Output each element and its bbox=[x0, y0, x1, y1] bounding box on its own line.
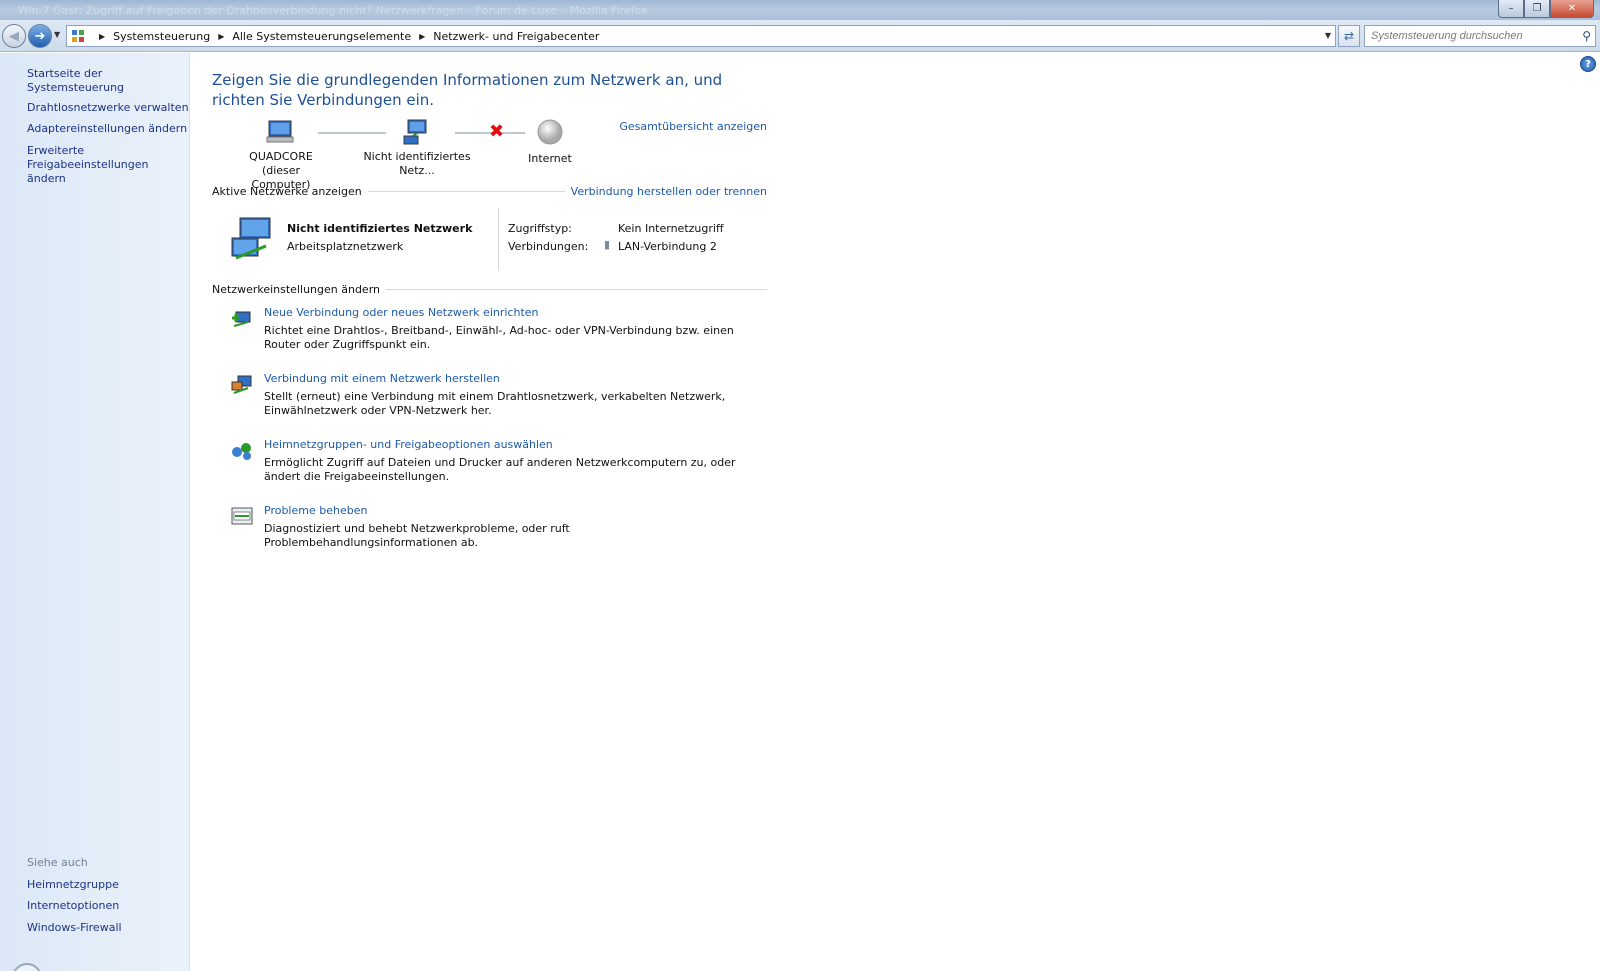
start-orb[interactable] bbox=[12, 963, 42, 971]
map-node-label: Nicht identifiziertes Netz... bbox=[363, 150, 471, 177]
breadcrumb-item[interactable]: Netzwerk- und Freigabecenter bbox=[433, 30, 599, 43]
map-node-label: Internet bbox=[528, 152, 572, 165]
history-dropdown-icon[interactable]: ▼ bbox=[54, 30, 60, 39]
sidebar-item-homegroup[interactable]: Heimnetzgruppe bbox=[27, 878, 119, 892]
task-description: Ermöglicht Zugriff auf Dateien und Druck… bbox=[264, 456, 736, 483]
see-also-heading: Siehe auch bbox=[27, 856, 88, 869]
refresh-icon: ⇄ bbox=[1343, 29, 1355, 43]
breadcrumb[interactable]: ▶ Systemsteuerung ▶ Alle Systemsteuerung… bbox=[66, 25, 1336, 47]
address-bar: ◀ ➜ ▼ ▶ Systemsteuerung ▶ Alle Systemste… bbox=[0, 20, 1600, 52]
title-bar: Win-7 Gast: Zugriff auf Freigaben der Dr… bbox=[0, 0, 1600, 20]
map-node-label: QUADCORE bbox=[249, 150, 313, 163]
help-button[interactable]: ? bbox=[1580, 56, 1596, 72]
access-type-label: Zugriffstyp: bbox=[508, 222, 572, 235]
access-type-value: Kein Internetzugriff bbox=[618, 222, 724, 235]
work-network-icon bbox=[231, 217, 271, 260]
breadcrumb-item[interactable]: Alle Systemsteuerungselemente bbox=[232, 30, 411, 43]
task-description: Diagnostiziert und behebt Netzwerkproble… bbox=[264, 522, 570, 549]
computer-icon bbox=[266, 120, 294, 143]
back-arrow-icon: ◀ bbox=[9, 28, 19, 44]
network-settings-header: Netzwerkeinstellungen ändern bbox=[212, 283, 767, 296]
map-node-computer[interactable]: QUADCORE (dieser Computer) bbox=[236, 118, 326, 192]
chevron-right-icon[interactable]: ▶ bbox=[99, 32, 105, 41]
task-title-link[interactable]: Probleme beheben bbox=[264, 504, 367, 517]
network-icon bbox=[403, 119, 427, 145]
chevron-right-icon[interactable]: ▶ bbox=[218, 32, 224, 41]
main-content: Zeigen Sie die grundlegenden Information… bbox=[212, 70, 767, 549]
map-node-internet[interactable]: Internet bbox=[520, 118, 580, 166]
section-title: Netzwerkeinstellungen ändern bbox=[212, 283, 380, 296]
sidebar-item-home[interactable]: Startseite der Systemsteuerung bbox=[27, 67, 189, 95]
forward-arrow-icon: ➜ bbox=[34, 28, 46, 44]
section-title: Aktive Netzwerke anzeigen bbox=[212, 185, 362, 198]
search-box[interactable]: ⚲ bbox=[1364, 25, 1596, 47]
minimize-button[interactable]: – bbox=[1498, 0, 1524, 18]
map-node-network[interactable]: Nicht identifiziertes Netz... bbox=[352, 118, 482, 178]
lan-connection-link[interactable]: LAN-Verbindung 2 bbox=[618, 240, 717, 253]
connections-label: Verbindungen: bbox=[508, 240, 589, 253]
active-network-name: Nicht identifiziertes Netzwerk bbox=[287, 222, 473, 235]
network-type-link[interactable]: Arbeitsplatznetzwerk bbox=[287, 240, 403, 253]
back-button[interactable]: ◀ bbox=[2, 24, 26, 48]
refresh-button[interactable]: ⇄ bbox=[1338, 25, 1360, 47]
sidebar-item-firewall[interactable]: Windows-Firewall bbox=[27, 921, 122, 935]
task-title-link[interactable]: Heimnetzgruppen- und Freigabeoptionen au… bbox=[264, 438, 553, 451]
task-description: Stellt (erneut) eine Verbindung mit eine… bbox=[264, 390, 726, 417]
sidebar-item-internet-options[interactable]: Internetoptionen bbox=[27, 899, 119, 913]
sidebar-item-wireless[interactable]: Drahtlosnetzwerke verwalten bbox=[27, 101, 189, 115]
maximize-button[interactable]: ❐ bbox=[1524, 0, 1550, 18]
lan-plug-icon: ▮ bbox=[604, 238, 611, 251]
close-button[interactable]: ✕ bbox=[1550, 0, 1594, 18]
active-network-card: Nicht identifiziertes Netzwerk Arbeitspl… bbox=[212, 208, 767, 272]
task-title-link[interactable]: Neue Verbindung oder neues Netzwerk einr… bbox=[264, 306, 539, 319]
search-icon[interactable]: ⚲ bbox=[1582, 29, 1591, 43]
sidebar: Startseite der Systemsteuerung Drahtlosn… bbox=[0, 53, 190, 971]
chevron-right-icon[interactable]: ▶ bbox=[419, 32, 425, 41]
page-title: Zeigen Sie die grundlegenden Information… bbox=[212, 71, 723, 109]
homegroup-icon bbox=[232, 443, 251, 460]
active-networks-header: Aktive Netzwerke anzeigen Verbindung her… bbox=[212, 185, 767, 198]
search-input[interactable] bbox=[1365, 26, 1565, 46]
full-map-link[interactable]: Gesamtübersicht anzeigen bbox=[619, 120, 767, 133]
disconnected-x-icon: ✖ bbox=[489, 121, 505, 142]
connect-network-icon bbox=[231, 375, 252, 394]
sidebar-item-adapter[interactable]: Adaptereinstellungen ändern bbox=[27, 122, 187, 136]
new-connection-icon bbox=[232, 311, 251, 327]
window-controls: – ❐ ✕ bbox=[1498, 0, 1594, 18]
task-description: Richtet eine Drahtlos-, Breitband-, Einw… bbox=[264, 324, 734, 351]
task-title-link[interactable]: Verbindung mit einem Netzwerk herstellen bbox=[264, 372, 500, 385]
globe-icon bbox=[537, 119, 563, 145]
sidebar-item-sharing[interactable]: Erweiterte Freigabeeinstellungen ändern bbox=[27, 144, 182, 186]
forward-button[interactable]: ➜ bbox=[28, 24, 52, 48]
breadcrumb-item[interactable]: Systemsteuerung bbox=[113, 30, 210, 43]
chevron-down-icon[interactable]: ▼ bbox=[1325, 31, 1331, 40]
troubleshoot-icon bbox=[231, 507, 253, 525]
control-panel-icon bbox=[72, 30, 84, 42]
window-title: Win-7 Gast: Zugriff auf Freigaben der Dr… bbox=[18, 4, 648, 17]
connect-disconnect-link[interactable]: Verbindung herstellen oder trennen bbox=[571, 185, 767, 198]
